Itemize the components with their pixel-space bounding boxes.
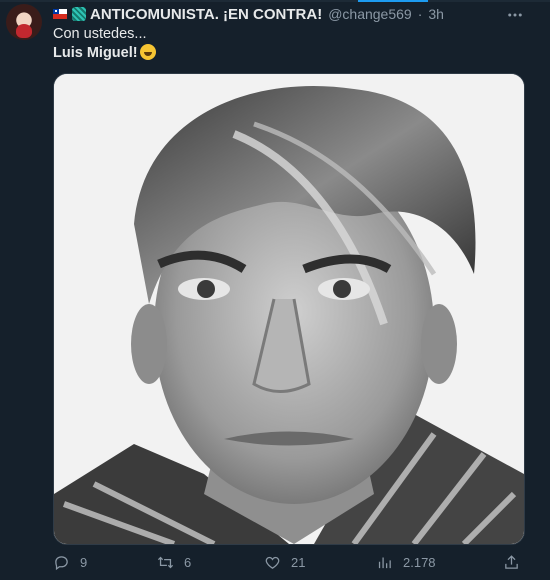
handle[interactable]: @change569 [328,6,412,22]
retweet-button[interactable]: 6 [157,554,191,571]
views-icon [378,557,391,569]
share-button[interactable] [503,554,520,571]
tweet-header: ANTICOMUNISTA. ¡EN CONTRA! @change569 · … [53,4,444,24]
like-button[interactable]: 21 [264,554,305,571]
reply-count: 9 [80,555,88,570]
reply-button[interactable]: 9 [53,554,87,571]
tweet-text-line-2: Luis Miguel! [53,45,138,61]
avatar[interactable] [6,4,42,40]
more-icon[interactable] [506,6,524,29]
tweet-photo[interactable] [53,73,525,545]
grinning-face-emoji [139,44,156,60]
tweet-text: Con ustedes... Luis Miguel! [53,25,156,63]
retweet-icon [157,556,174,569]
like-icon [265,556,280,569]
portrait-image [54,74,524,544]
display-name[interactable]: ANTICOMUNISTA. ¡EN CONTRA! [90,6,322,23]
views-button[interactable]: 2.178 [376,554,436,571]
views-count: 2.178 [403,555,436,570]
like-count: 21 [291,555,306,570]
retweet-count: 6 [184,555,192,570]
chile-flag-icon [53,9,67,19]
timestamp[interactable]: 3h [428,6,444,22]
top-divider [0,0,550,2]
tweet-text-line-1: Con ustedes... [53,26,147,42]
top-accent-bar [358,0,428,2]
tweet-actions: 9 6 21 2.178 [53,554,523,574]
verified-badge-icon [72,7,86,21]
share-icon [505,555,518,569]
reply-icon [55,556,68,571]
separator: · [417,6,423,22]
